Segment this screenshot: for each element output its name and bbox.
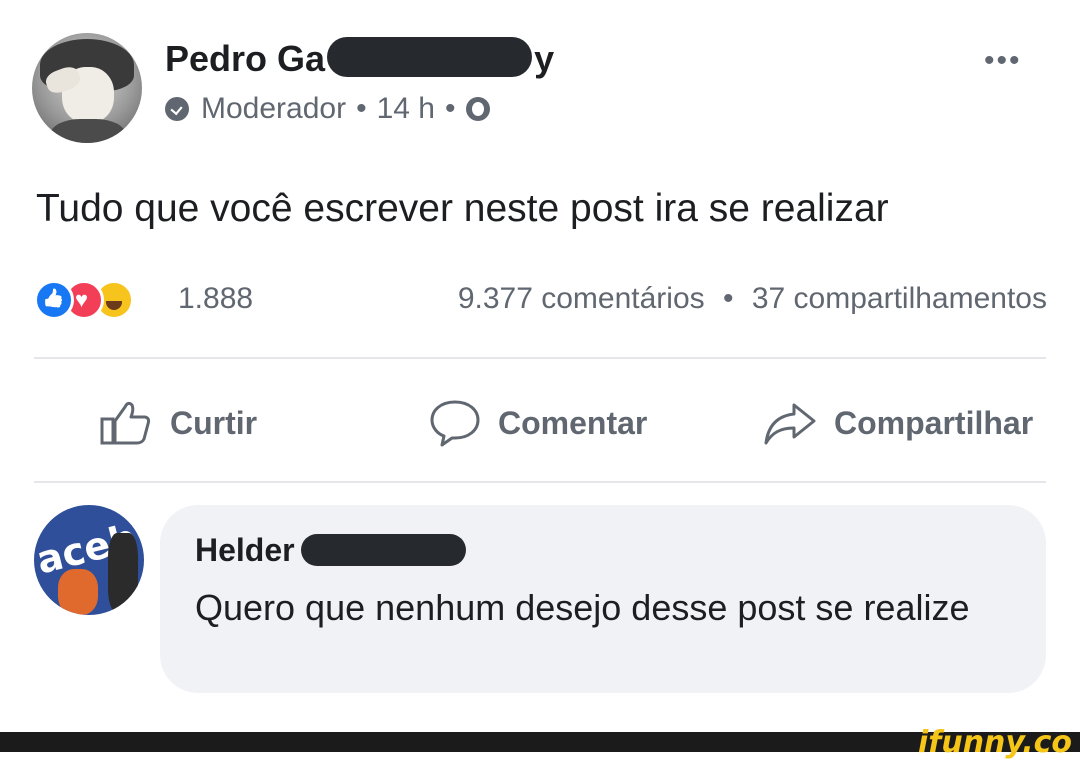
redaction-bar [300,533,466,566]
globe-icon [465,97,490,121]
shares-count[interactable]: 37 compartilhamentos [752,282,1047,315]
like-label: Curtir [170,404,258,441]
comment-button[interactable]: Comentar [428,398,647,448]
like-reaction-icon [34,280,74,320]
comment-bubble: Helder Quero que nenhum desejo desse pos… [160,505,1046,693]
author-avatar[interactable] [32,33,142,143]
post-time[interactable]: 14 h [377,92,435,126]
meta-separator: • [356,92,367,125]
commenter-name[interactable]: Helder [195,532,466,569]
share-label: Compartilhar [834,404,1034,441]
author-role: Moderador [201,92,347,125]
divider-bottom [34,481,1046,483]
thumbs-up-icon [100,401,151,445]
author-name[interactable]: Pedro Ga y [165,37,555,81]
more-options-button[interactable]: ••• [984,44,1022,78]
commenter-name-visible: Helder [195,532,295,568]
moderator-badge-icon [165,97,189,121]
like-button[interactable]: Curtir [98,398,257,448]
ifunny-watermark: ifunny.co [918,725,1072,760]
stats-separator: • [722,282,734,315]
author-name-tail: y [534,38,555,79]
redaction-bar [327,37,533,78]
share-arrow-icon [764,403,816,445]
comment-bubble-icon [430,400,480,447]
share-button[interactable]: Compartilhar [762,398,1033,448]
avatar-body [50,119,126,143]
meta-separator: • [444,92,456,125]
divider-top [34,357,1046,359]
author-name-visible: Pedro Ga [165,38,326,79]
avatar-person [58,569,98,615]
facebook-post: Pedro Ga y Moderador • 14 h • ••• Tudo qu… [0,0,1080,732]
avatar-person [108,533,138,613]
comment-label: Comentar [498,404,648,441]
commenter-avatar[interactable]: aceb [34,505,144,615]
post-text: Tudo que você escrever neste post ira se… [36,187,889,230]
reaction-count[interactable]: 1.888 [178,282,253,316]
comments-count[interactable]: 9.377 comentários [458,282,705,315]
post-stats: 9.377 comentários • 37 compartilhamentos [458,282,1047,316]
post-meta: Moderador • 14 h • [165,92,490,126]
reaction-icons[interactable] [34,280,144,320]
comment-text: Quero que nenhum desejo desse post se re… [195,587,970,628]
